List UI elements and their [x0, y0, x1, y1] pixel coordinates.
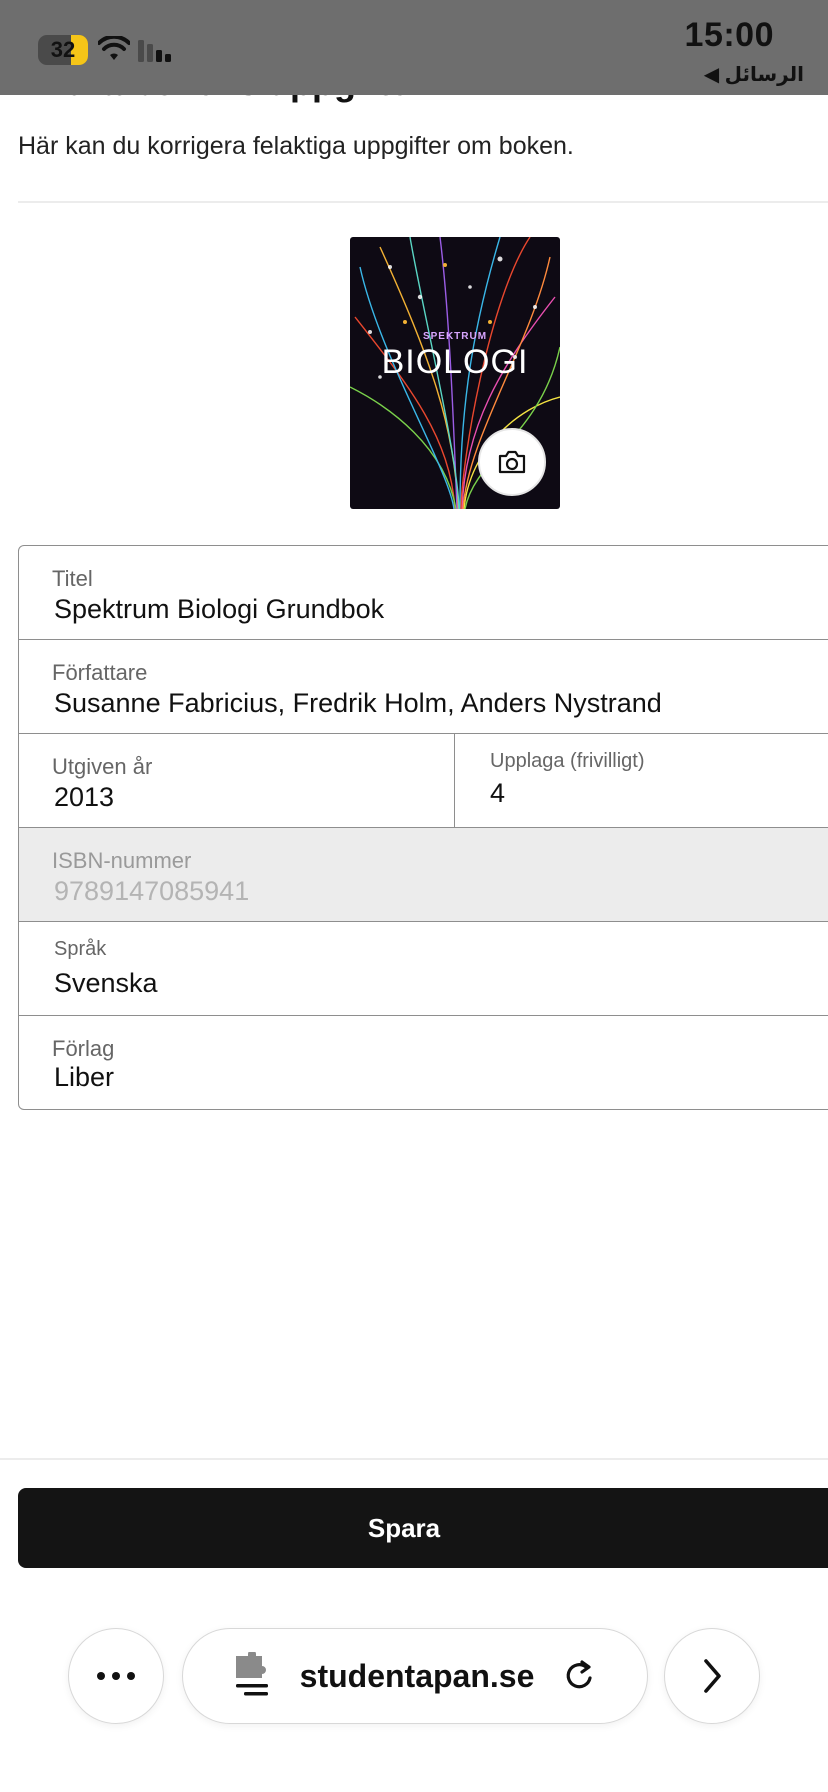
cover-title: BIOLOGI	[381, 343, 529, 381]
camera-icon	[498, 450, 526, 474]
publisher-label: Förlag	[52, 1036, 115, 1061]
forward-icon	[704, 1659, 721, 1693]
back-to-app-link[interactable]: الرسائل ◀	[704, 62, 804, 87]
save-button-label: Spara	[367, 1512, 441, 1543]
isbn-label: ISBN-nummer	[52, 848, 192, 873]
language-value: Svenska	[54, 968, 158, 998]
authors-input[interactable]: Susanne Fabricius, Fredrik Holm, Anders …	[54, 688, 662, 719]
cover-series: SPEKTRUM	[422, 331, 488, 342]
battery-icon: 32	[38, 35, 88, 65]
change-cover-button[interactable]	[478, 428, 546, 496]
footer-divider	[0, 1458, 828, 1460]
title-input[interactable]: Spektrum Biologi Grundbok	[54, 594, 384, 625]
extension-icon	[235, 1652, 268, 1696]
address-bar[interactable]: studentapan.se	[182, 1628, 648, 1724]
reload-icon[interactable]	[562, 1658, 598, 1694]
language-select[interactable]: Språk Svenska	[19, 922, 828, 1016]
publisher-field[interactable]: Förlag Liber	[19, 1016, 828, 1109]
title-field[interactable]: Titel Spektrum Biologi Grundbok	[19, 546, 828, 640]
status-time: 15:00	[684, 16, 774, 54]
year-edition-row: Utgiven år 2013 Upplaga (frivilligt) 4	[19, 734, 828, 828]
authors-field[interactable]: Författare Susanne Fabricius, Fredrik Ho…	[19, 640, 828, 734]
isbn-input: 9789147085941	[54, 876, 250, 906]
year-input[interactable]: 2013	[54, 782, 114, 813]
edition-value: 4	[490, 778, 506, 808]
cellular-signal-icon	[138, 40, 171, 62]
edit-book-page: 32 15:00 الرسائل ◀ Ändra bokens uppgifte…	[0, 0, 828, 1792]
language-label: Språk	[54, 938, 107, 960]
battery-level: 32	[50, 37, 76, 62]
more-options-button[interactable]	[68, 1628, 164, 1724]
year-field[interactable]: Utgiven år 2013	[19, 734, 455, 827]
more-icon	[97, 1672, 135, 1680]
wifi-icon	[98, 36, 130, 60]
edition-select[interactable]: Upplaga (frivilligt) 4	[455, 734, 828, 827]
year-label: Utgiven år	[52, 754, 153, 779]
book-details-form: Titel Spektrum Biologi Grundbok Författa…	[18, 545, 828, 1110]
forward-button[interactable]	[664, 1628, 760, 1724]
header-divider	[18, 201, 828, 203]
isbn-field: ISBN-nummer 9789147085941	[19, 828, 828, 922]
edition-label: Upplaga (frivilligt)	[490, 750, 645, 772]
save-button[interactable]: Spara	[18, 1488, 828, 1568]
status-bar: 32 15:00 الرسائل ◀	[0, 0, 828, 95]
authors-label: Författare	[52, 660, 148, 685]
title-label: Titel	[52, 566, 93, 591]
publisher-input[interactable]: Liber	[54, 1062, 114, 1093]
page-subtitle: Här kan du korrigera felaktiga uppgifter…	[18, 132, 574, 160]
url-text: studentapan.se	[299, 1657, 535, 1694]
